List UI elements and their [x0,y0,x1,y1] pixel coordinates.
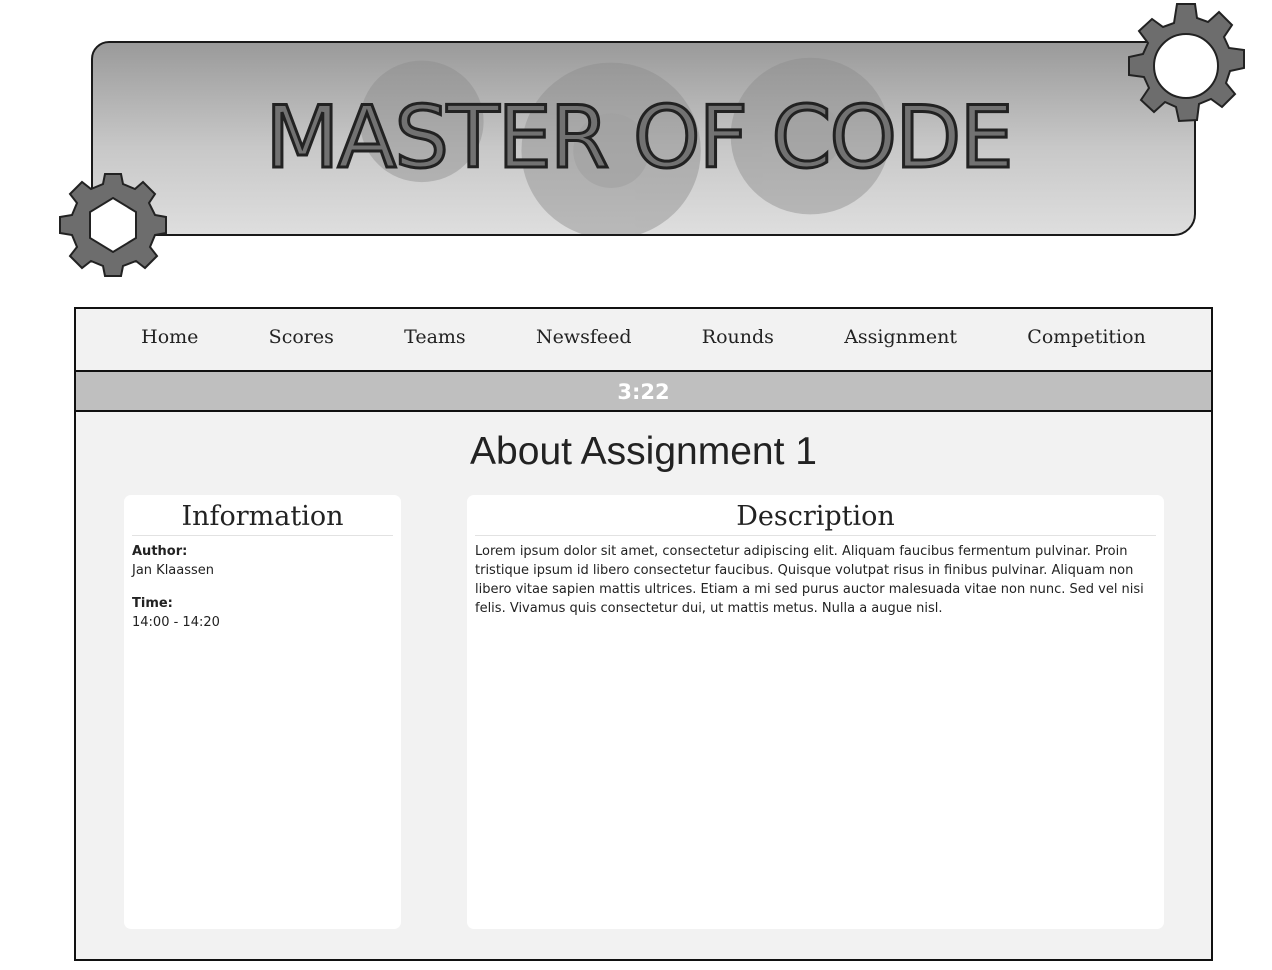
nav-item-rounds[interactable]: Rounds [702,326,774,354]
gear-icon [1128,3,1245,123]
information-heading: Information [132,495,393,536]
author-value: Jan Klaassen [132,563,215,578]
information-panel: Information Author: Jan Klaassen Time: 1… [124,495,401,929]
main-frame: Home Scores Teams Newsfeed Rounds Assign… [74,307,1213,961]
header-banner-area: MASTER OF CODE [0,0,1272,290]
nav-item-scores[interactable]: Scores [269,326,334,354]
nav-item-assignment[interactable]: Assignment [844,326,957,354]
nav-item-teams[interactable]: Teams [404,326,466,354]
nav-item-home[interactable]: Home [141,326,198,354]
field-spacer [132,578,393,588]
description-panel: Description Lorem ipsum dolor sit amet, … [467,495,1164,929]
description-heading: Description [475,495,1156,536]
page-title: About Assignment 1 [470,430,817,473]
main-nav: Home Scores Teams Newsfeed Rounds Assign… [76,309,1211,372]
nav-item-newsfeed[interactable]: Newsfeed [536,326,632,354]
hex-nut-gear-icon [59,173,167,277]
time-value: 14:00 - 14:20 [132,615,220,630]
description-text: Lorem ipsum dolor sit amet, consectetur … [475,544,1144,616]
header-banner: MASTER OF CODE [91,41,1196,236]
time-label: Time: [132,596,173,611]
author-label: Author: [132,544,188,559]
nav-item-competition[interactable]: Competition [1027,326,1146,354]
countdown-timer: 3:22 [76,372,1211,412]
site-title: MASTER OF CODE [264,88,1015,188]
